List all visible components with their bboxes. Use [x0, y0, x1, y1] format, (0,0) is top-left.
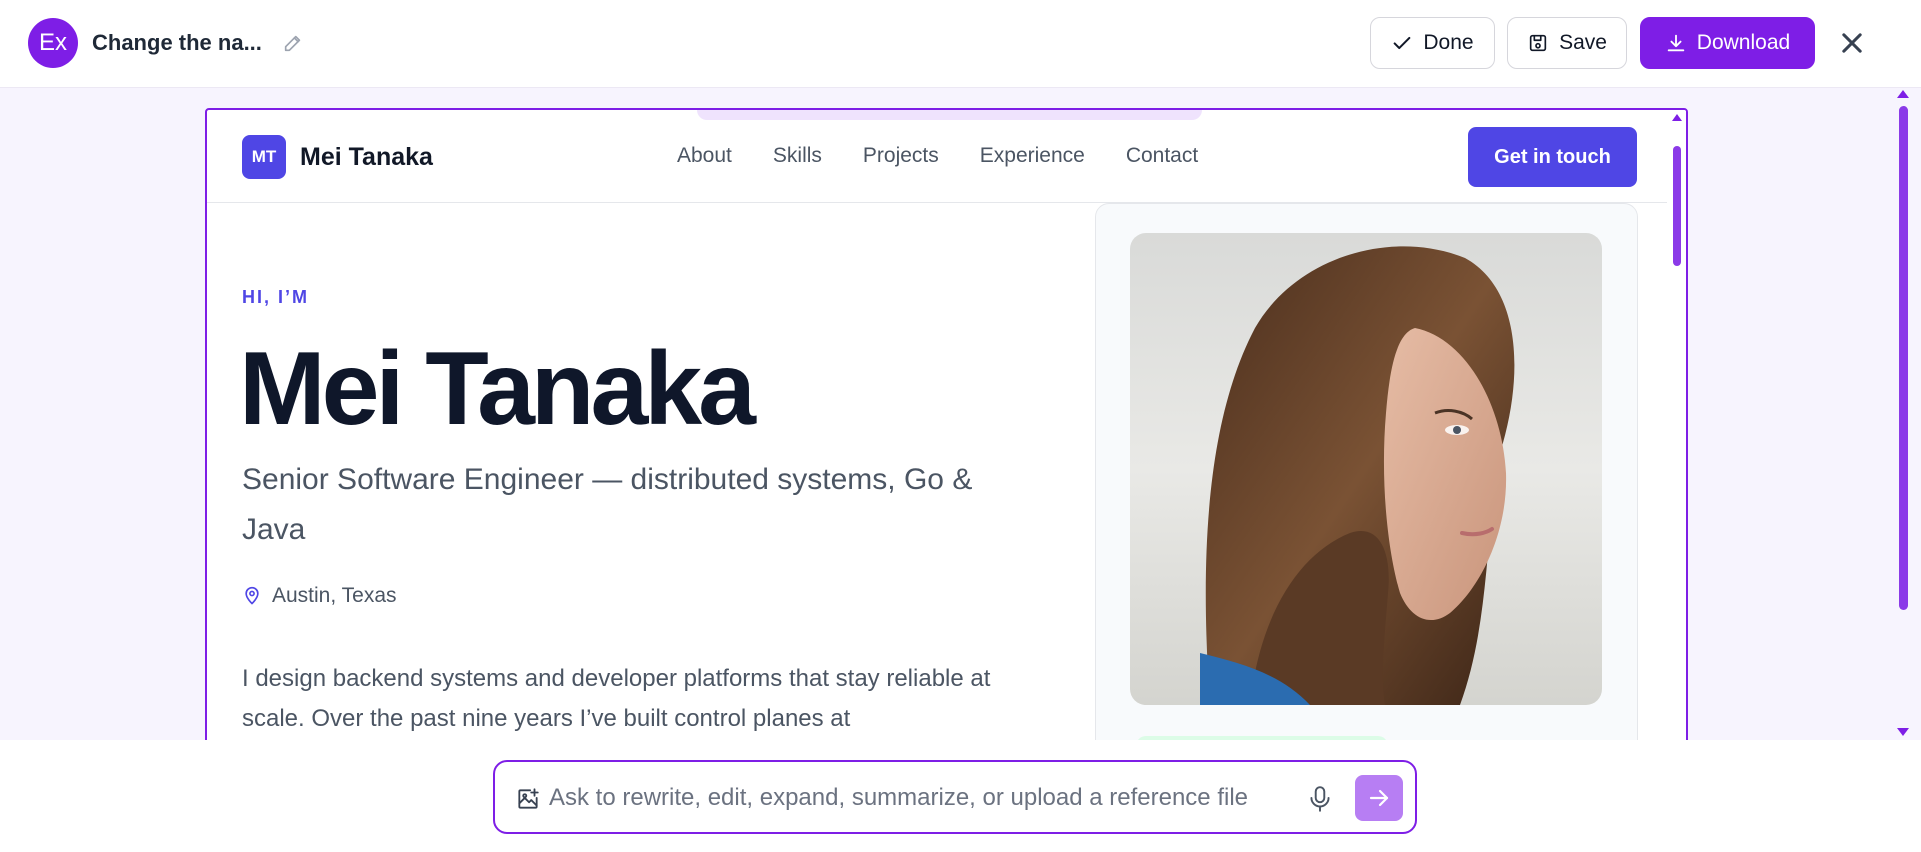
preview-scrollbar[interactable] [1668, 110, 1686, 756]
arrow-right-icon [1369, 789, 1389, 807]
preview-scroll-thumb[interactable] [1673, 146, 1681, 266]
location: Austin, Texas [242, 584, 397, 608]
get-in-touch-button[interactable]: Get in touch [1468, 127, 1637, 187]
outer-scrollbar[interactable] [1895, 88, 1921, 740]
nav-links: About Skills Projects Experience Contact [677, 144, 1198, 168]
nav-about[interactable]: About [677, 144, 732, 168]
close-icon[interactable] [1838, 29, 1866, 57]
location-text: Austin, Texas [272, 584, 397, 607]
hero-name: Mei Tanaka [239, 331, 756, 447]
save-button[interactable]: Save [1507, 17, 1627, 69]
microphone-icon[interactable] [1307, 784, 1333, 814]
profile-photo [1130, 233, 1602, 705]
nav-experience[interactable]: Experience [980, 144, 1085, 168]
site-preview: MT Mei Tanaka About Skills Projects Expe… [205, 108, 1688, 758]
download-label: Download [1696, 31, 1791, 54]
editor-topbar: Ex Change the na... Done Save Download [0, 0, 1921, 88]
profile-card [1095, 203, 1638, 756]
app-badge[interactable]: Ex [28, 18, 78, 68]
hero-subtitle: Senior Software Engineer — distributed s… [242, 463, 973, 546]
download-icon [1667, 34, 1685, 52]
prompt-input[interactable] [549, 778, 1309, 818]
send-button[interactable] [1355, 775, 1403, 821]
done-button[interactable]: Done [1370, 17, 1495, 69]
nav-projects[interactable]: Projects [863, 144, 939, 168]
image-upload-icon[interactable] [515, 786, 541, 812]
document-title[interactable]: Change the na... [92, 30, 262, 56]
preview-scroll-up-arrow[interactable] [1672, 114, 1682, 121]
scroll-down-arrow[interactable] [1897, 728, 1909, 736]
site-navbar: MT Mei Tanaka About Skills Projects Expe… [207, 110, 1667, 203]
check-icon [1394, 36, 1411, 50]
save-icon [1529, 34, 1547, 52]
nav-contact[interactable]: Contact [1126, 144, 1198, 168]
save-label: Save [1559, 31, 1607, 54]
download-button[interactable]: Download [1640, 17, 1815, 69]
hero-eyebrow: HI, I’M [242, 287, 309, 307]
nav-skills[interactable]: Skills [773, 144, 822, 168]
location-pin-icon [245, 586, 259, 605]
scroll-up-arrow[interactable] [1897, 90, 1909, 98]
brand-name[interactable]: Mei Tanaka [300, 143, 433, 172]
site-logo[interactable]: MT [242, 135, 286, 179]
done-label: Done [1423, 31, 1474, 54]
scroll-thumb[interactable] [1899, 106, 1908, 610]
prompt-box[interactable] [493, 760, 1417, 834]
pencil-icon[interactable] [282, 32, 304, 54]
hero-bio: I design backend systems and developer p… [242, 665, 991, 732]
